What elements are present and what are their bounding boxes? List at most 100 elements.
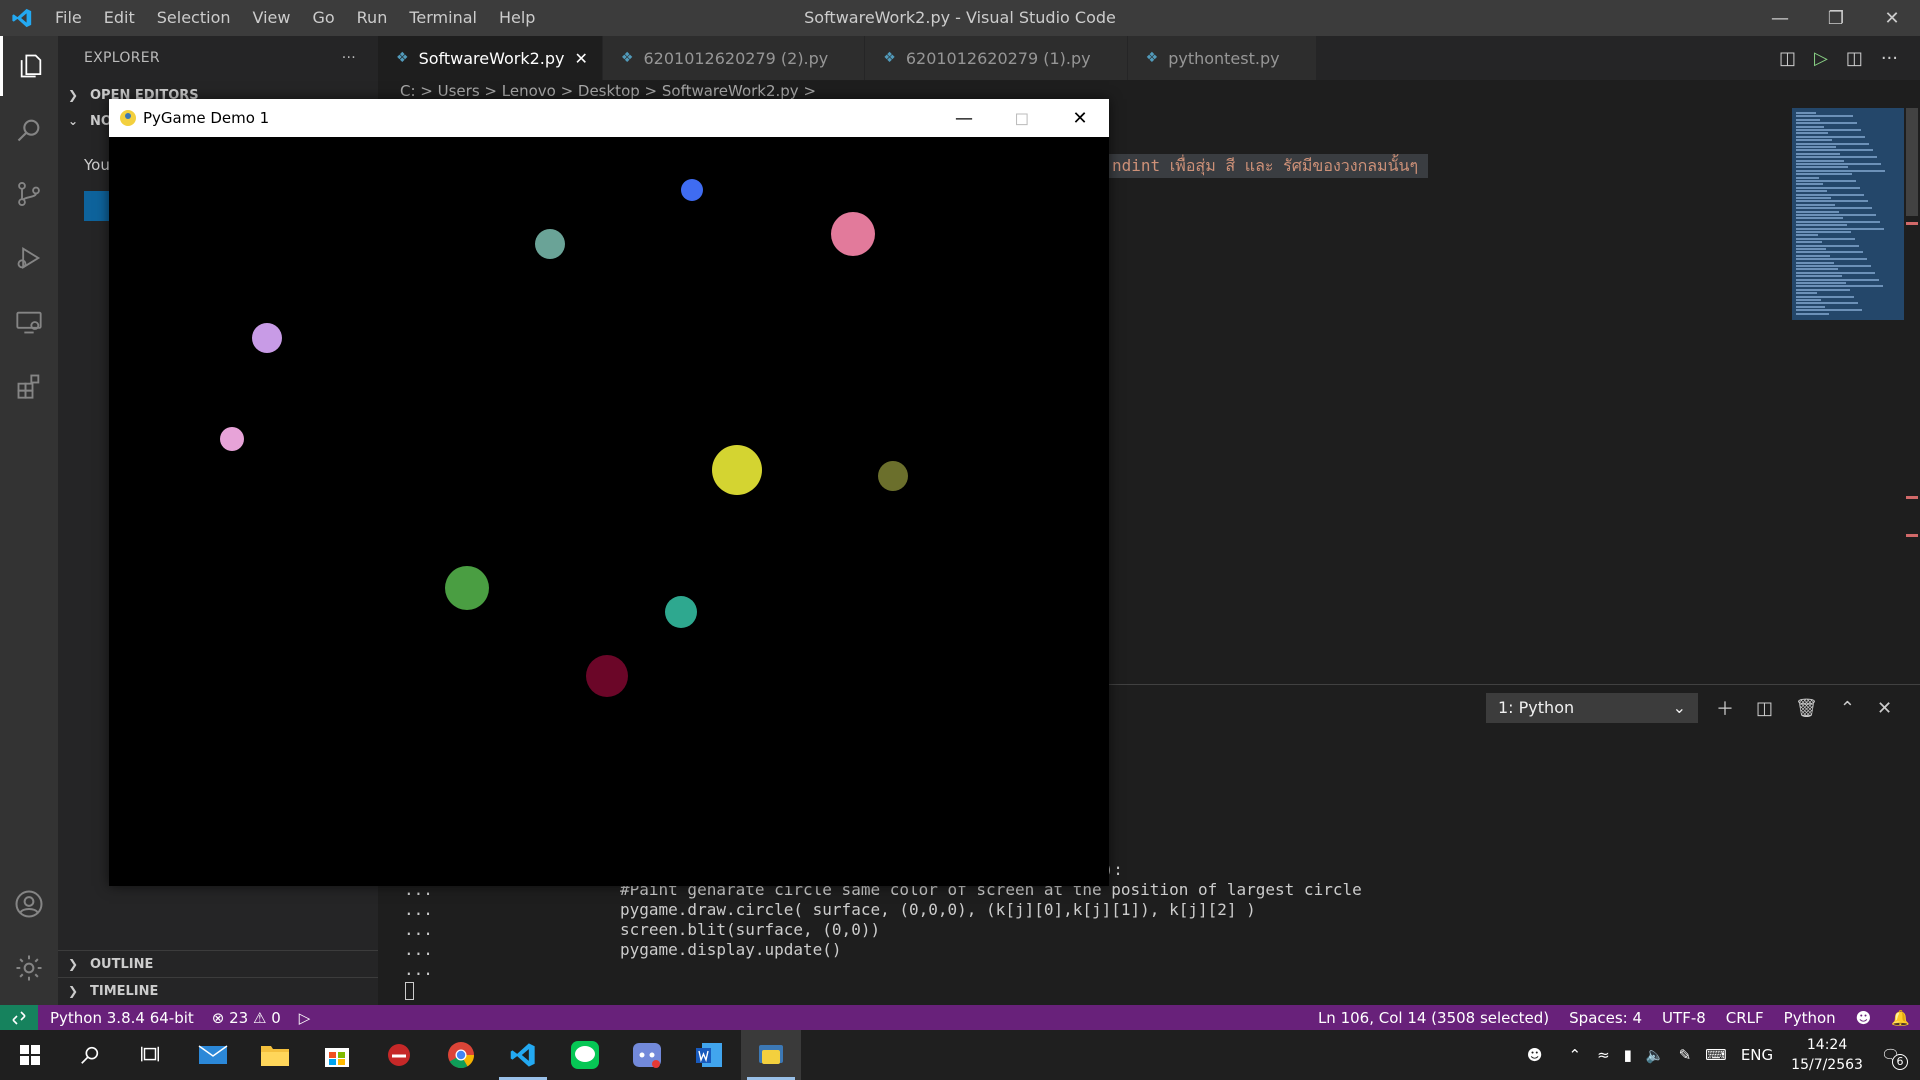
input-language[interactable]: ENG [1741,1046,1773,1064]
source-control-icon[interactable] [0,164,58,224]
menu-item-help[interactable]: Help [488,0,546,36]
terminal-select[interactable]: 1: Python ⌄ [1486,693,1698,723]
open-preview-icon[interactable]: ◫ [1779,48,1796,69]
vscode-taskbar-icon[interactable] [493,1030,553,1080]
search-icon[interactable] [0,100,58,160]
task-view-icon[interactable] [120,1030,180,1080]
action-center-icon[interactable]: 🗨 6 [1881,1046,1908,1070]
microsoft-store-icon[interactable] [307,1030,367,1080]
menu-item-view[interactable]: View [242,0,302,36]
menu-item-edit[interactable]: Edit [93,0,146,36]
close-icon[interactable]: ✕ [1051,99,1109,137]
trash-icon[interactable]: 🗑 [1795,698,1818,719]
minimap-line [1796,268,1838,271]
wifi-icon[interactable]: ≈ [1597,1046,1610,1064]
minimap-line [1796,149,1873,152]
people-icon[interactable]: ☻ [1527,1046,1543,1064]
tab-label: 6201012620279 (1).py [905,48,1091,68]
vscode-logo-icon[interactable] [0,0,44,36]
pygame-title-bar[interactable]: PyGame Demo 1 — ◻ ✕ [109,99,1109,137]
terminal-prompt: ... [404,900,433,919]
pygame-canvas[interactable] [109,137,1109,886]
terminal-code: pygame.display.update() [620,940,842,959]
outline-section[interactable]: ❯ OUTLINE [58,951,378,977]
editor-tab[interactable]: ❖ pythontest.py [1127,36,1317,80]
language-mode[interactable]: Python [1784,1009,1836,1027]
close-tab-icon[interactable]: ✕ [575,49,588,68]
menu-item-file[interactable]: File [44,0,93,36]
menu-item-selection[interactable]: Selection [146,0,242,36]
error-count: 23 [229,1008,249,1027]
minimap-line [1796,125,1824,128]
more-actions-icon[interactable]: ··· [1881,48,1898,69]
more-actions-icon[interactable]: ··· [342,50,356,66]
run-icon[interactable]: ▷ [299,1009,311,1027]
clock[interactable]: 14:24 15/7/2563 [1791,1035,1863,1075]
file-explorer-icon[interactable] [245,1030,305,1080]
keyboard-icon[interactable]: ⌨ [1705,1046,1727,1064]
account-icon[interactable] [0,874,58,934]
split-editor-icon[interactable]: ◫ [1846,48,1863,69]
minimap-line [1796,248,1826,250]
discord-icon[interactable] [617,1030,677,1080]
pygame-taskbar-icon[interactable] [741,1030,801,1080]
restore-icon[interactable]: ❐ [1808,0,1864,36]
remote-explorer-icon[interactable] [0,292,58,352]
scroll-marker [1906,222,1918,225]
system-tray: ☻ ⌃ ≈ ▮ 🔈 ✎ ⌨ ENG 14:24 15/7/2563 🗨 6 [1527,1030,1920,1080]
mail-icon[interactable] [183,1030,243,1080]
split-terminal-icon[interactable]: ◫ [1756,698,1773,719]
indentation[interactable]: Spaces: 4 [1569,1009,1642,1027]
remote-icon[interactable] [0,1005,38,1030]
chrome-icon[interactable] [431,1030,491,1080]
battery-icon[interactable]: ▮ [1624,1046,1632,1064]
editor-scrollbar[interactable] [1904,108,1920,688]
pygame-window-controls: — ◻ ✕ [935,99,1109,137]
editor-tab[interactable]: ❖ 6201012620279 (2).py [602,36,866,80]
maximize-icon[interactable]: ◻ [993,99,1051,137]
end-of-line[interactable]: CRLF [1726,1009,1764,1027]
terminal-line: 2): [1094,860,1362,880]
timeline-section[interactable]: ❯ TIMELINE [58,978,378,1004]
close-icon[interactable]: ✕ [1864,0,1920,36]
line-app-icon[interactable] [555,1030,615,1080]
search-icon[interactable] [60,1030,120,1080]
tab-label: pythontest.py [1168,48,1280,68]
minimap-line [1796,227,1884,230]
notifications-bell-icon[interactable]: 🔔 [1891,1009,1910,1027]
python-file-icon: ❖ [1145,50,1159,66]
app-icon[interactable] [369,1030,429,1080]
volume-icon[interactable]: 🔈 [1646,1046,1665,1064]
pygame-window[interactable]: PyGame Demo 1 — ◻ ✕ [109,99,1109,886]
extensions-icon[interactable] [0,356,58,416]
editor-tab[interactable]: ❖ SoftwareWork2.py ✕ [378,36,603,80]
windows-start-icon[interactable] [0,1030,60,1080]
problems-indicator[interactable]: ⊗ 23 ⚠ 0 [212,1009,281,1027]
minimize-icon[interactable]: — [1752,0,1808,36]
minimap[interactable] [1792,108,1904,320]
minimap-line [1796,271,1875,274]
circle-3 [831,212,875,256]
chevron-up-icon[interactable]: ⌃ [1568,1046,1581,1064]
code-comment-line[interactable]: ndint เพื่อสุ่ม สี และ รัศมีของวงกลมนั้น… [1102,154,1429,178]
editor-tab[interactable]: ❖ 6201012620279 (1).py [865,36,1128,80]
feedback-icon[interactable]: ☻ [1856,1009,1872,1027]
run-python-icon[interactable]: ▷ [1814,48,1828,69]
menu-item-go[interactable]: Go [301,0,345,36]
settings-gear-icon[interactable] [0,938,58,998]
close-panel-icon[interactable]: ✕ [1877,698,1892,719]
new-terminal-icon[interactable]: ＋ [1716,695,1734,721]
minimize-icon[interactable]: — [935,99,993,137]
run-debug-icon[interactable] [0,228,58,288]
menu-item-run[interactable]: Run [346,0,399,36]
explorer-icon[interactable] [0,36,58,96]
pen-icon[interactable]: ✎ [1679,1046,1692,1064]
scrollbar-thumb[interactable] [1906,108,1918,216]
cursor-position[interactable]: Ln 106, Col 14 (3508 selected) [1318,1009,1549,1027]
python-interpreter[interactable]: Python 3.8.4 64-bit [50,1009,194,1027]
terminal-code: screen.blit(surface, (0,0)) [620,920,881,939]
maximize-panel-icon[interactable]: ⌃ [1840,698,1855,719]
word-icon[interactable] [679,1030,739,1080]
menu-item-terminal[interactable]: Terminal [398,0,488,36]
encoding[interactable]: UTF-8 [1662,1009,1706,1027]
